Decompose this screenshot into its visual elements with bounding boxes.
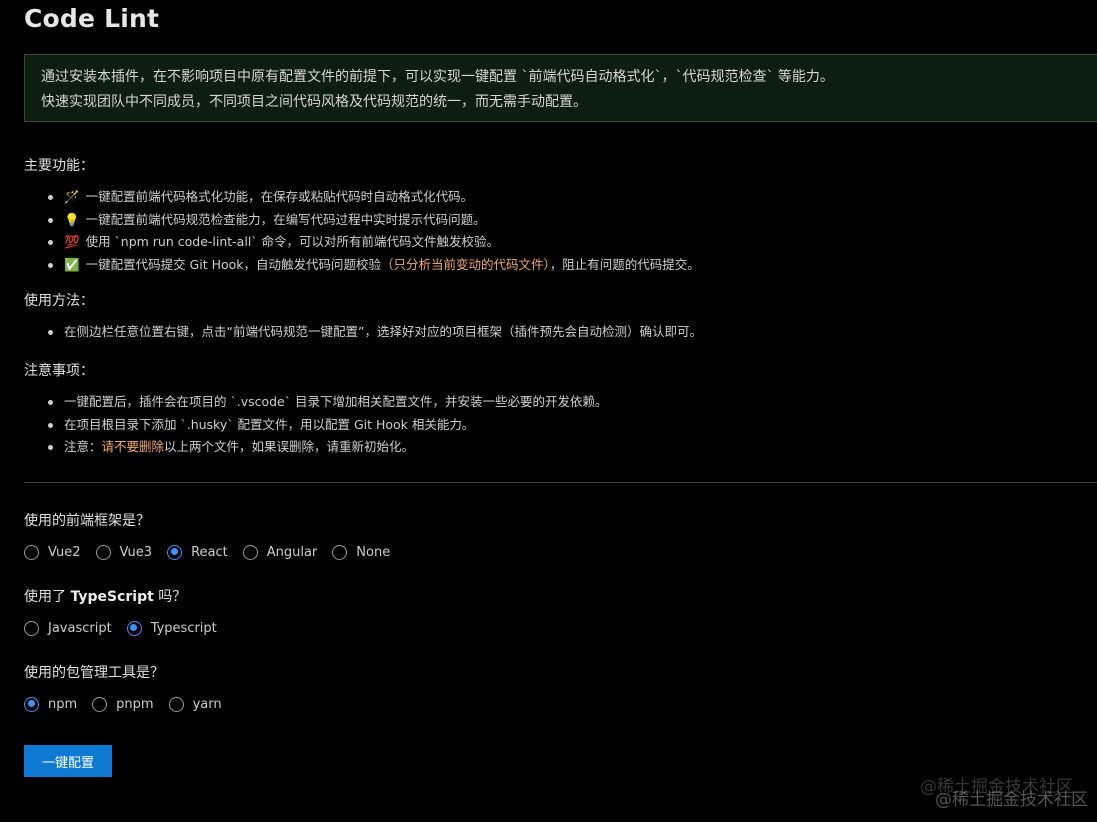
usage-list: 在侧边栏任意位置右键，点击“前端代码规范一键配置”，选择好对应的项目框架（插件预… xyxy=(0,321,1064,344)
typescript-radio-group: Javascript Typescript xyxy=(24,618,232,638)
radio-circle-selected[interactable] xyxy=(167,544,183,560)
check-mark-icon: ✅ xyxy=(64,256,80,272)
list-item: ✅ 一键配置代码提交 Git Hook，自动触发代码问题校验（只分析当前变动的代… xyxy=(48,254,1064,277)
question-suffix: 吗？ xyxy=(153,589,187,605)
feature-text: 一键配置前端代码规范检查能力，在编写代码过程中实时提示代码问题。 xyxy=(85,211,486,227)
intro-line-2: 快速实现团队中不同成员，不同项目之间代码风格及代码规范的统一，而无需手动配置。 xyxy=(41,94,587,110)
radio-vue2[interactable]: Vue2 xyxy=(24,544,81,560)
radio-label: Angular xyxy=(266,544,318,560)
note-suffix: 以上两个文件，如果误删除，请重新初始化。 xyxy=(164,439,415,454)
radio-pnpm[interactable]: pnpm xyxy=(92,696,154,712)
radio-yarn[interactable]: yarn xyxy=(168,696,222,712)
note-prefix: 注意： xyxy=(64,439,102,454)
radio-none[interactable]: None xyxy=(332,544,391,560)
radio-circle-selected[interactable] xyxy=(24,696,39,712)
list-item: 💯 使用 `npm run code-lint-all` 命令，可以对所有前端代… xyxy=(48,231,1064,254)
radio-circle[interactable] xyxy=(242,544,258,560)
radio-angular[interactable]: Angular xyxy=(242,544,318,560)
radio-react[interactable]: React xyxy=(167,544,228,560)
features-heading: 主要功能： xyxy=(24,158,94,174)
feature-highlight: （只分析当前变动的代码文件） xyxy=(381,256,550,272)
list-item: 注意：请不要删除以上两个文件，如果误删除，请重新初始化。 xyxy=(48,436,1064,459)
list-item: 一键配置后，插件会在项目的 `.vscode` 目录下增加相关配置文件，并安装一… xyxy=(48,391,1064,414)
framework-radio-group: Vue2 Vue3 React Angular None xyxy=(24,542,405,562)
list-item: 在侧边栏任意位置右键，点击“前端代码规范一键配置”，选择好对应的项目框架（插件预… xyxy=(48,321,1064,344)
magic-wand-icon: 🪄 xyxy=(64,189,80,204)
radio-label: React xyxy=(191,544,228,560)
feature-suffix: ，阻止有问题的代码提交。 xyxy=(549,256,700,272)
notes-heading: 注意事项： xyxy=(24,363,94,379)
feature-text: 一键配置前端代码格式化功能，在保存或粘贴代码时自动格式化代码。 xyxy=(85,189,474,204)
radio-label: Vue2 xyxy=(48,544,81,560)
radio-label: Javascript xyxy=(48,620,112,636)
framework-question: 使用的前端框架是？ xyxy=(24,513,150,529)
radio-label: Typescript xyxy=(150,620,217,636)
radio-label: None xyxy=(356,544,391,560)
list-item: 🪄 一键配置前端代码格式化功能，在保存或粘贴代码时自动格式化代码。 xyxy=(48,186,1064,209)
radio-typescript[interactable]: Typescript xyxy=(126,620,217,636)
radio-label: pnpm xyxy=(116,696,154,712)
radio-circle[interactable] xyxy=(92,696,108,712)
intro-line-1: 通过安装本插件，在不影响项目中原有配置文件的前提下，可以实现一键配置 `前端代码… xyxy=(41,69,834,85)
radio-vue3[interactable]: Vue3 xyxy=(95,544,153,560)
feature-text: 一键配置代码提交 Git Hook，自动触发代码问题校验 xyxy=(85,256,382,272)
intro-callout: 通过安装本插件，在不影响项目中原有配置文件的前提下，可以实现一键配置 `前端代码… xyxy=(24,54,1097,122)
notes-list: 一键配置后，插件会在项目的 `.vscode` 目录下增加相关配置文件，并安装一… xyxy=(0,391,1064,459)
feature-text: 使用 `npm run code-lint-all` 命令，可以对所有前端代码文… xyxy=(85,234,500,249)
radio-javascript[interactable]: Javascript xyxy=(24,620,112,636)
package-manager-radio-group: npm pnpm yarn xyxy=(24,694,237,714)
page-title: Code Lint xyxy=(24,4,160,33)
features-list: 🪄 一键配置前端代码格式化功能，在保存或粘贴代码时自动格式化代码。 💡 一键配置… xyxy=(0,186,1064,276)
list-item: 💡 一键配置前端代码规范检查能力，在编写代码过程中实时提示代码问题。 xyxy=(48,209,1064,232)
radio-circle[interactable] xyxy=(95,544,111,560)
radio-label: npm xyxy=(48,696,78,712)
radio-circle[interactable] xyxy=(332,544,348,560)
radio-circle[interactable] xyxy=(168,696,184,712)
package-manager-question: 使用的包管理工具是？ xyxy=(24,665,164,681)
watermark-shadow: @稀土掘金技术社区 xyxy=(935,790,1088,810)
note-highlight: 请不要删除 xyxy=(101,439,165,454)
list-item: 在项目根目录下添加 `.husky` 配置文件，用以配置 Git Hook 相关… xyxy=(48,414,1064,437)
radio-circle[interactable] xyxy=(24,620,39,636)
radio-npm[interactable]: npm xyxy=(24,696,78,712)
one-click-config-button[interactable]: 一键配置 xyxy=(24,745,112,777)
radio-circle-selected[interactable] xyxy=(126,620,142,636)
typescript-question: 使用了 TypeScript 吗？ xyxy=(24,587,186,607)
light-bulb-icon: 💡 xyxy=(64,211,80,227)
question-bold: TypeScript xyxy=(70,589,154,605)
section-divider xyxy=(24,482,1097,483)
hundred-points-icon: 💯 xyxy=(64,234,80,249)
radio-circle[interactable] xyxy=(24,544,39,560)
radio-label: Vue3 xyxy=(119,544,153,560)
radio-label: yarn xyxy=(192,696,222,712)
question-prefix: 使用了 xyxy=(24,589,71,605)
usage-heading: 使用方法： xyxy=(24,293,94,309)
